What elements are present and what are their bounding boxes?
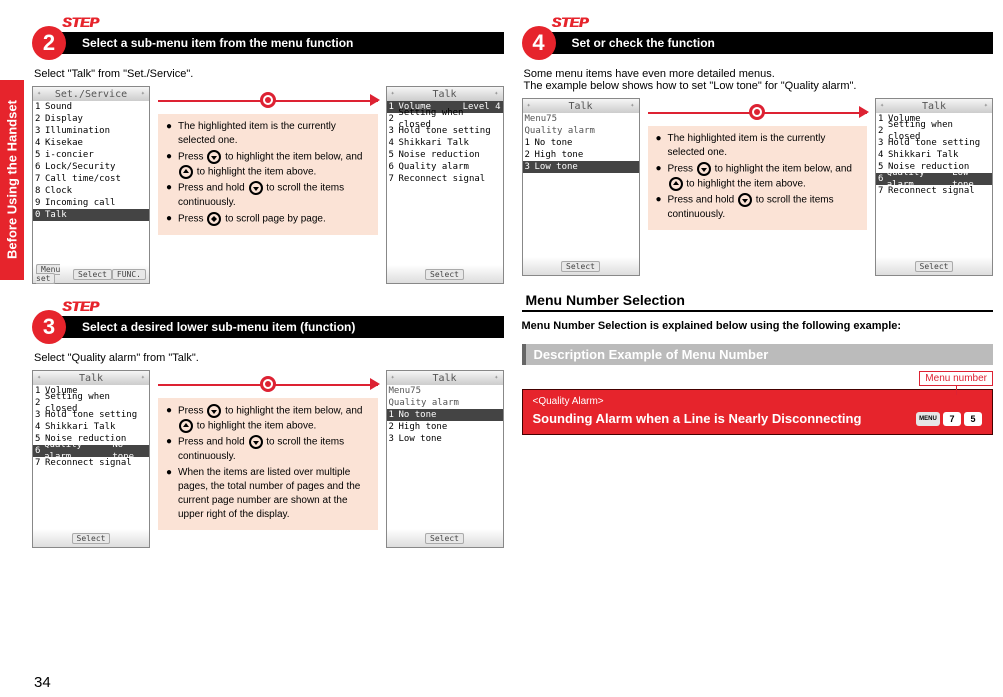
right-column: STEP 4 Set or check the function Some me… (522, 0, 994, 560)
note-text: The highlighted item is the currently se… (178, 120, 370, 148)
up-key-icon (179, 419, 193, 433)
phone-screen-before: Set./Service1Sound2Display3Illumination4… (32, 86, 150, 284)
menu-keycap: MENU (916, 412, 940, 426)
key-sequence: MENU 7 5 (916, 412, 982, 426)
step-intro: Select "Quality alarm" from "Talk". (34, 352, 504, 364)
page-number: 34 (34, 674, 51, 691)
down-key-icon (249, 435, 263, 449)
note-text: When the items are listed over multiple … (178, 466, 370, 522)
section-heading: Menu Number Selection (522, 290, 994, 312)
down-key-icon (249, 181, 263, 195)
center-key-icon (260, 376, 276, 392)
note-text: The highlighted item is the currently se… (668, 132, 860, 160)
phone-screen-after: Talk1VolumeLevel 42Setting when closed3H… (386, 86, 504, 284)
step-number: 4 (522, 26, 556, 60)
digit-keycap: 7 (943, 412, 961, 426)
notes-box: ●The highlighted item is the currently s… (158, 114, 378, 235)
arrow-right-icon (370, 94, 380, 106)
down-key-icon (738, 193, 752, 207)
step-number: 3 (32, 310, 66, 344)
down-key-icon (207, 404, 221, 418)
menu-number-main-text: Sounding Alarm when a Line is Nearly Dis… (533, 411, 862, 426)
leftright-key-icon (207, 212, 221, 226)
menu-number-example: Menu number <Quality Alarm> Sounding Ala… (522, 389, 994, 435)
down-key-icon (207, 150, 221, 164)
step-4-block: STEP 4 Set or check the function Some me… (522, 14, 994, 276)
subheading: Description Example of Menu Number (522, 344, 994, 365)
phone-screen-before: TalkMenu75Quality alarm1No tone2High ton… (522, 98, 640, 276)
phone-screen-after: Talk1Volume2Setting when closed3Hold ton… (875, 98, 993, 276)
phone-screen-after: TalkMenu75Quality alarm1No tone2High ton… (386, 370, 504, 548)
left-column: STEP 2 Select a sub-menu item from the m… (32, 0, 504, 560)
arrow-right-icon (859, 106, 869, 118)
step-intro: Some menu items have even more detailed … (524, 68, 994, 92)
center-key-icon (749, 104, 765, 120)
step-3-block: STEP 3 Select a desired lower sub-menu i… (32, 298, 504, 548)
step-title: Select a sub-menu item from the menu fun… (60, 32, 504, 54)
down-key-icon (697, 162, 711, 176)
breadcrumb: <Quality Alarm> (533, 396, 983, 407)
digit-keycap: 5 (964, 412, 982, 426)
menu-number-label: Menu number (919, 371, 993, 386)
up-key-icon (669, 177, 683, 191)
side-tab: Before Using the Handset (0, 80, 24, 280)
notes-box: ●Press to highlight the item below, and … (158, 398, 378, 530)
notes-box: ●The highlighted item is the currently s… (648, 126, 868, 230)
section-body: Menu Number Selection is explained below… (522, 320, 994, 332)
up-key-icon (179, 165, 193, 179)
step-title: Set or check the function (550, 32, 994, 54)
step-title: Select a desired lower sub-menu item (fu… (60, 316, 504, 338)
step-number: 2 (32, 26, 66, 60)
step-2-block: STEP 2 Select a sub-menu item from the m… (32, 14, 504, 284)
step-intro: Select "Talk" from "Set./Service". (34, 68, 504, 80)
arrow-right-icon (370, 378, 380, 390)
center-key-icon (260, 92, 276, 108)
phone-screen-before: Talk1Volume2Setting when closed3Hold ton… (32, 370, 150, 548)
